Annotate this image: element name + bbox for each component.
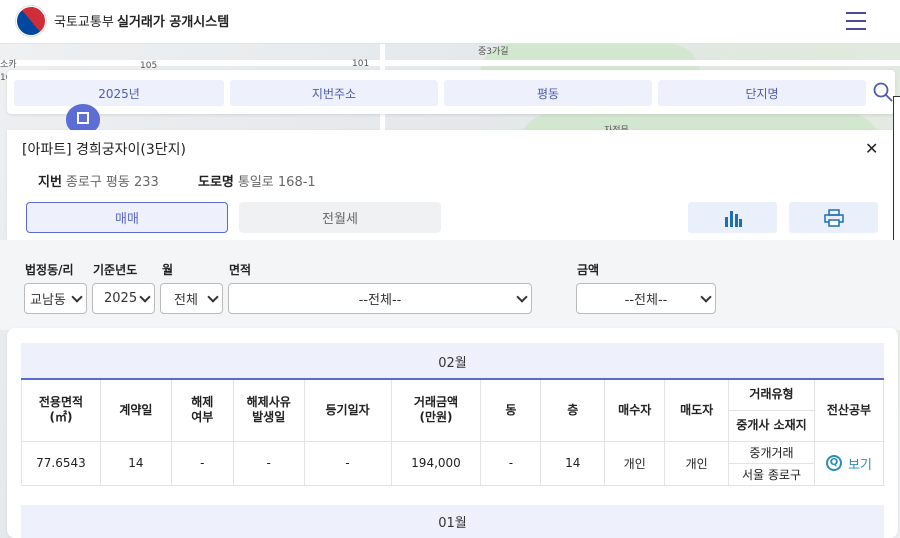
price-select-value: --전체-- — [624, 293, 668, 308]
view-ledger-label: 보기 — [848, 457, 872, 473]
search-bar: 2025년 지번주소 평동 단지명 — [7, 70, 895, 114]
chevron-down-icon — [516, 291, 528, 303]
map-label: 101 — [352, 59, 370, 69]
header-area: 전용면적 (㎡) — [21, 378, 101, 442]
chevron-down-icon — [700, 291, 712, 303]
dong-select[interactable]: 교남동 — [24, 283, 87, 314]
cell-floor: 14 — [540, 440, 606, 486]
side-panel-edge — [893, 96, 900, 262]
chart-button[interactable] — [688, 202, 777, 233]
month-header: 01월 — [21, 505, 884, 538]
road-label: 도로명 — [198, 175, 234, 190]
dong-select-value: 교남동 — [30, 293, 66, 308]
header-dong: 동 — [480, 378, 542, 442]
header-price: 거래금액 (만원) — [390, 378, 482, 442]
cell-cancel: - — [170, 440, 234, 486]
jibun-value: 종로구 평동 233 — [65, 175, 159, 190]
cell-area: 77.6543 — [21, 440, 101, 486]
hamburger-menu-icon[interactable] — [846, 12, 866, 30]
cell-contract-day: 14 — [99, 440, 172, 486]
header-ledger: 전산공부 — [813, 378, 885, 442]
year-filter-button[interactable]: 2025년 — [14, 80, 224, 106]
magnifier-icon: Q — [826, 455, 843, 471]
chevron-down-icon — [71, 291, 83, 303]
header-buyer: 매수자 — [604, 378, 666, 442]
cell-ledger: Q 보기 — [813, 440, 885, 486]
jibun-address-button[interactable]: 지번주소 — [230, 80, 438, 106]
area-select[interactable]: --전체-- — [228, 283, 532, 314]
cell-price: 194,000 — [390, 440, 482, 486]
header-registry-date: 등기일자 — [303, 378, 392, 442]
complex-name-button[interactable]: 단지명 — [658, 80, 866, 106]
road-address: 도로명 통일로 168-1 — [198, 171, 316, 190]
dong-button[interactable]: 평동 — [444, 80, 652, 106]
header-cancel: 해제 여부 — [170, 378, 234, 442]
bar-chart-icon — [725, 211, 742, 227]
jibun-label: 지번 — [38, 175, 62, 190]
header-broker-location: 중개사 소재지 — [728, 409, 815, 442]
top-header: 국토교통부 실거래가 공개시스템 — [0, 0, 900, 44]
cell-dong: - — [480, 440, 542, 486]
jibun-address: 지번 종로구 평동 233 — [38, 171, 159, 190]
header-cancel-date: 해제사유 발생일 — [232, 378, 305, 442]
view-ledger-link[interactable]: Q 보기 — [826, 454, 872, 473]
area-select-value: --전체-- — [358, 293, 402, 308]
header-deal-type: 거래유형 — [728, 378, 815, 411]
printer-icon — [824, 209, 844, 227]
cell-registry-date: - — [303, 440, 392, 486]
year-label: 기준년도 — [93, 263, 138, 277]
month-select-value: 전체 — [174, 293, 198, 308]
map-label: 중3가길 — [478, 47, 509, 57]
month-label: 월 — [162, 263, 174, 277]
tab-sale[interactable]: 매매 — [26, 202, 228, 233]
org-name: 국토교통부 — [54, 15, 114, 30]
price-label: 금액 — [577, 263, 600, 277]
cell-seller: 개인 — [664, 440, 730, 486]
cell-cancel-date: - — [232, 440, 305, 486]
cell-buyer: 개인 — [604, 440, 666, 486]
map-road — [0, 60, 900, 66]
cell-broker-location: 서울 종로구 — [728, 462, 815, 486]
area-label: 면적 — [229, 263, 252, 277]
close-icon[interactable]: ✕ — [865, 139, 878, 158]
chevron-down-icon — [139, 291, 151, 303]
header-contract-day: 계약일 — [99, 378, 172, 442]
tab-rent[interactable]: 전월세 — [239, 202, 441, 233]
government-emblem-logo[interactable] — [9, 0, 53, 43]
transaction-table: 전용면적 (㎡) 계약일 해제 여부 해제사유 발생일 등기일자 거래금액 (만… — [21, 378, 885, 486]
price-select[interactable]: --전체-- — [576, 283, 716, 314]
year-select[interactable]: 2025 — [92, 283, 155, 314]
system-name[interactable]: 실거래가 공개시스템 — [117, 11, 229, 30]
apartment-title: [아파트] 경희궁자이(3단지) — [22, 142, 187, 158]
chevron-down-icon — [207, 291, 219, 303]
header-floor: 층 — [540, 378, 606, 442]
map-label: 소카 — [0, 60, 17, 70]
header-seller: 매도자 — [664, 378, 730, 442]
month-select[interactable]: 전체 — [160, 283, 223, 314]
road-value: 통일로 168-1 — [237, 175, 316, 190]
year-select-value: 2025 — [104, 291, 138, 306]
print-button[interactable] — [789, 202, 878, 233]
dong-label: 법정동/리 — [25, 263, 74, 277]
cell-deal-type: 중개거래 — [728, 440, 815, 464]
month-header: 02월 — [21, 343, 884, 379]
search-icon[interactable] — [873, 82, 893, 102]
